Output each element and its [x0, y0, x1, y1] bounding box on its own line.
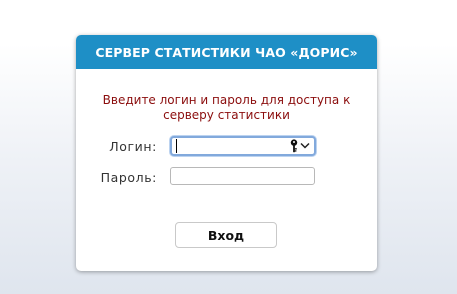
instructions-line-2: серверу статистики — [163, 108, 290, 122]
chevron-down-icon[interactable] — [300, 142, 310, 149]
login-label: Логин: — [109, 139, 157, 154]
password-input[interactable] — [170, 167, 315, 185]
panel-title: СЕРВЕР СТАТИСТИКИ ЧАО «ДОРИС» — [76, 35, 377, 69]
login-button[interactable]: Вход — [175, 222, 277, 248]
key-icon[interactable] — [289, 139, 299, 153]
login-instructions: Введите логин и пароль для доступа к сер… — [76, 93, 377, 123]
login-panel: СЕРВЕР СТАТИСТИКИ ЧАО «ДОРИС» Введите ло… — [76, 35, 377, 271]
password-label: Пароль: — [100, 170, 157, 185]
instructions-line-1: Введите логин и пароль для доступа к — [102, 93, 351, 107]
text-caret — [176, 139, 177, 153]
